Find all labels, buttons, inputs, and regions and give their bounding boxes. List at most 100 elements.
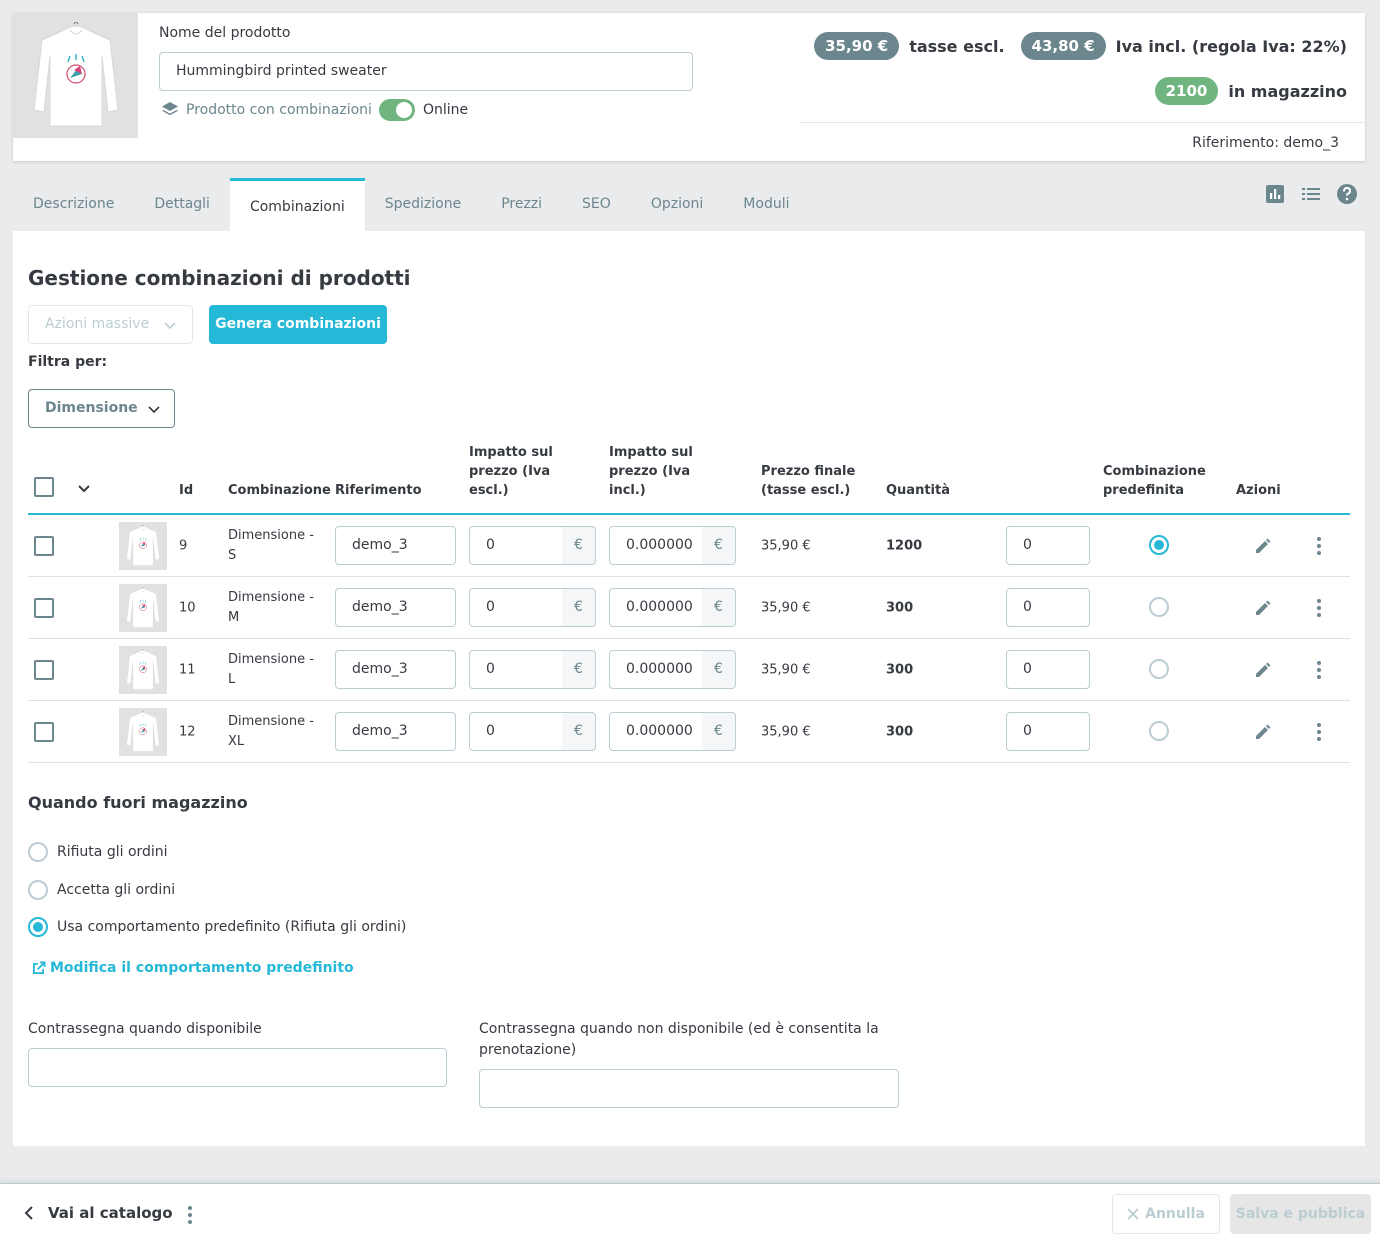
row-impact-incl-input[interactable]: 0.000000 [609, 526, 703, 565]
bulk-actions-select[interactable]: Azioni massive [28, 305, 193, 344]
available-label-input[interactable] [28, 1048, 447, 1087]
edit-pencil-icon[interactable] [1254, 537, 1272, 555]
row-combination: Dimensione - S [228, 527, 314, 563]
edit-default-behavior-label: Modifica il comportamento predefinito [50, 960, 354, 976]
row-impact-excl-input[interactable]: 0 [469, 712, 563, 751]
more-vertical-icon[interactable] [1315, 722, 1323, 742]
layers-icon [162, 102, 178, 116]
table-row: 12 Dimensione - XL demo_3 0 € 0.000000 €… [28, 701, 1350, 763]
section-title: Gestione combinazioni di prodotti [28, 266, 411, 290]
row-default-radio[interactable] [1149, 721, 1169, 741]
filter-dimension-label: Dimensione [45, 400, 138, 416]
product-name-input[interactable]: Hummingbird printed sweater [159, 52, 693, 91]
oos-option-label: Rifiuta gli ordini [57, 844, 168, 860]
more-vertical-icon[interactable] [1315, 536, 1323, 556]
tab-opzioni[interactable]: Opzioni [631, 178, 723, 231]
tab-seo[interactable]: SEO [562, 178, 631, 231]
online-label: Online [423, 102, 469, 118]
row-quantity-input[interactable]: 0 [1006, 712, 1090, 751]
row-impact-incl-input[interactable]: 0.000000 [609, 712, 703, 751]
oos-option-label: Accetta gli ordini [57, 882, 176, 898]
cancel-button[interactable]: Annulla [1112, 1194, 1220, 1234]
row-impact-excl-input[interactable]: 0 [469, 650, 563, 689]
oos-radio[interactable] [28, 917, 48, 937]
row-impact-excl-input[interactable]: 0 [469, 526, 563, 565]
row-impact-excl-input[interactable]: 0 [469, 588, 563, 627]
table-row: 10 Dimensione - M demo_3 0 € 0.000000 € … [28, 577, 1350, 639]
row-checkbox[interactable] [34, 660, 54, 680]
edit-default-behavior-link[interactable]: Modifica il comportamento predefinito [30, 959, 354, 977]
product-cover-image[interactable] [13, 13, 138, 138]
oos-option-deny[interactable]: Rifiuta gli ordini [28, 842, 168, 862]
oos-option-accept[interactable]: Accetta gli ordini [28, 880, 175, 900]
row-checkbox[interactable] [34, 536, 54, 556]
row-stock: 300 [886, 724, 914, 739]
row-stock: 300 [886, 600, 914, 615]
row-default-radio[interactable] [1149, 597, 1169, 617]
header-id: Id [179, 483, 194, 498]
label-unavailable: Contrassegna quando non disponibile (ed … [479, 1021, 879, 1058]
row-thumbnail [119, 708, 167, 756]
footer-bar: Vai al catalogo Annulla Salva e pubblica [0, 1183, 1380, 1243]
row-quantity-input[interactable]: 0 [1006, 526, 1090, 565]
oos-radio[interactable] [28, 880, 48, 900]
combinations-panel: Gestione combinazioni di prodotti Azioni… [13, 231, 1365, 1146]
stock-label: in magazzino [1228, 81, 1347, 101]
row-quantity-input[interactable]: 0 [1006, 650, 1090, 689]
row-reference-input[interactable]: demo_3 [335, 650, 456, 689]
edit-pencil-icon[interactable] [1254, 661, 1272, 679]
row-stock: 1200 [886, 538, 923, 553]
chevron-down-icon[interactable] [78, 482, 90, 494]
product-with-combinations-link[interactable]: Prodotto con combinazioni [161, 101, 372, 119]
more-vertical-icon[interactable] [186, 1205, 194, 1225]
price-excl-badge: 35,90 € [814, 32, 900, 60]
row-id: 10 [179, 600, 196, 615]
row-id: 11 [179, 662, 196, 677]
row-id: 12 [179, 724, 196, 739]
more-vertical-icon[interactable] [1315, 660, 1323, 680]
save-publish-button[interactable]: Salva e pubblica [1230, 1194, 1371, 1234]
generate-combinations-button[interactable]: Genera combinazioni [209, 305, 387, 344]
tab-dettagli[interactable]: Dettagli [134, 178, 230, 231]
list-icon[interactable] [1300, 183, 1322, 205]
edit-pencil-icon[interactable] [1254, 599, 1272, 617]
row-reference-input[interactable]: demo_3 [335, 526, 456, 565]
header-impact-excl: Impatto sul prezzo (Iva escl.) [469, 445, 553, 498]
header-reference: Riferimento [335, 483, 422, 498]
header-default: Combinazione predefinita [1103, 464, 1206, 498]
filter-dimension-select[interactable]: Dimensione [28, 389, 175, 428]
reference-text: Riferimento: demo_3 [800, 122, 1365, 151]
tab-descrizione[interactable]: Descrizione [13, 178, 134, 231]
row-default-radio[interactable] [1149, 535, 1169, 555]
row-impact-incl-input[interactable]: 0.000000 [609, 650, 703, 689]
row-checkbox[interactable] [34, 722, 54, 742]
header-combination: Combinazione [228, 483, 331, 498]
row-reference-input[interactable]: demo_3 [335, 712, 456, 751]
oos-option-default[interactable]: Usa comportamento predefinito (Rifiuta g… [28, 917, 406, 937]
help-icon[interactable] [1336, 183, 1358, 205]
oos-radio[interactable] [28, 842, 48, 862]
row-checkbox[interactable] [34, 598, 54, 618]
tab-moduli[interactable]: Moduli [723, 178, 809, 231]
row-reference-input[interactable]: demo_3 [335, 588, 456, 627]
select-all-checkbox[interactable] [34, 477, 54, 497]
tab-spedizione[interactable]: Spedizione [365, 178, 481, 231]
row-default-radio[interactable] [1149, 659, 1169, 679]
row-thumbnail [119, 646, 167, 694]
bulk-actions-label: Azioni massive [45, 316, 150, 332]
row-quantity-input[interactable]: 0 [1006, 588, 1090, 627]
currency-addon: € [562, 650, 596, 689]
row-thumbnail [119, 584, 167, 632]
tab-prezzi[interactable]: Prezzi [481, 178, 562, 231]
stats-icon[interactable] [1264, 183, 1286, 205]
back-to-catalog-link[interactable]: Vai al catalogo [22, 1204, 173, 1222]
edit-pencil-icon[interactable] [1254, 723, 1272, 741]
tab-combinazioni[interactable]: Combinazioni [229, 178, 365, 231]
price-incl-label: Iva incl. (regola Iva: 22%) [1115, 36, 1347, 56]
online-toggle[interactable] [379, 99, 415, 121]
row-impact-incl-input[interactable]: 0.000000 [609, 588, 703, 627]
unavailable-label-input[interactable] [479, 1069, 899, 1108]
currency-addon: € [562, 526, 596, 565]
more-vertical-icon[interactable] [1315, 598, 1323, 618]
currency-addon: € [702, 526, 736, 565]
